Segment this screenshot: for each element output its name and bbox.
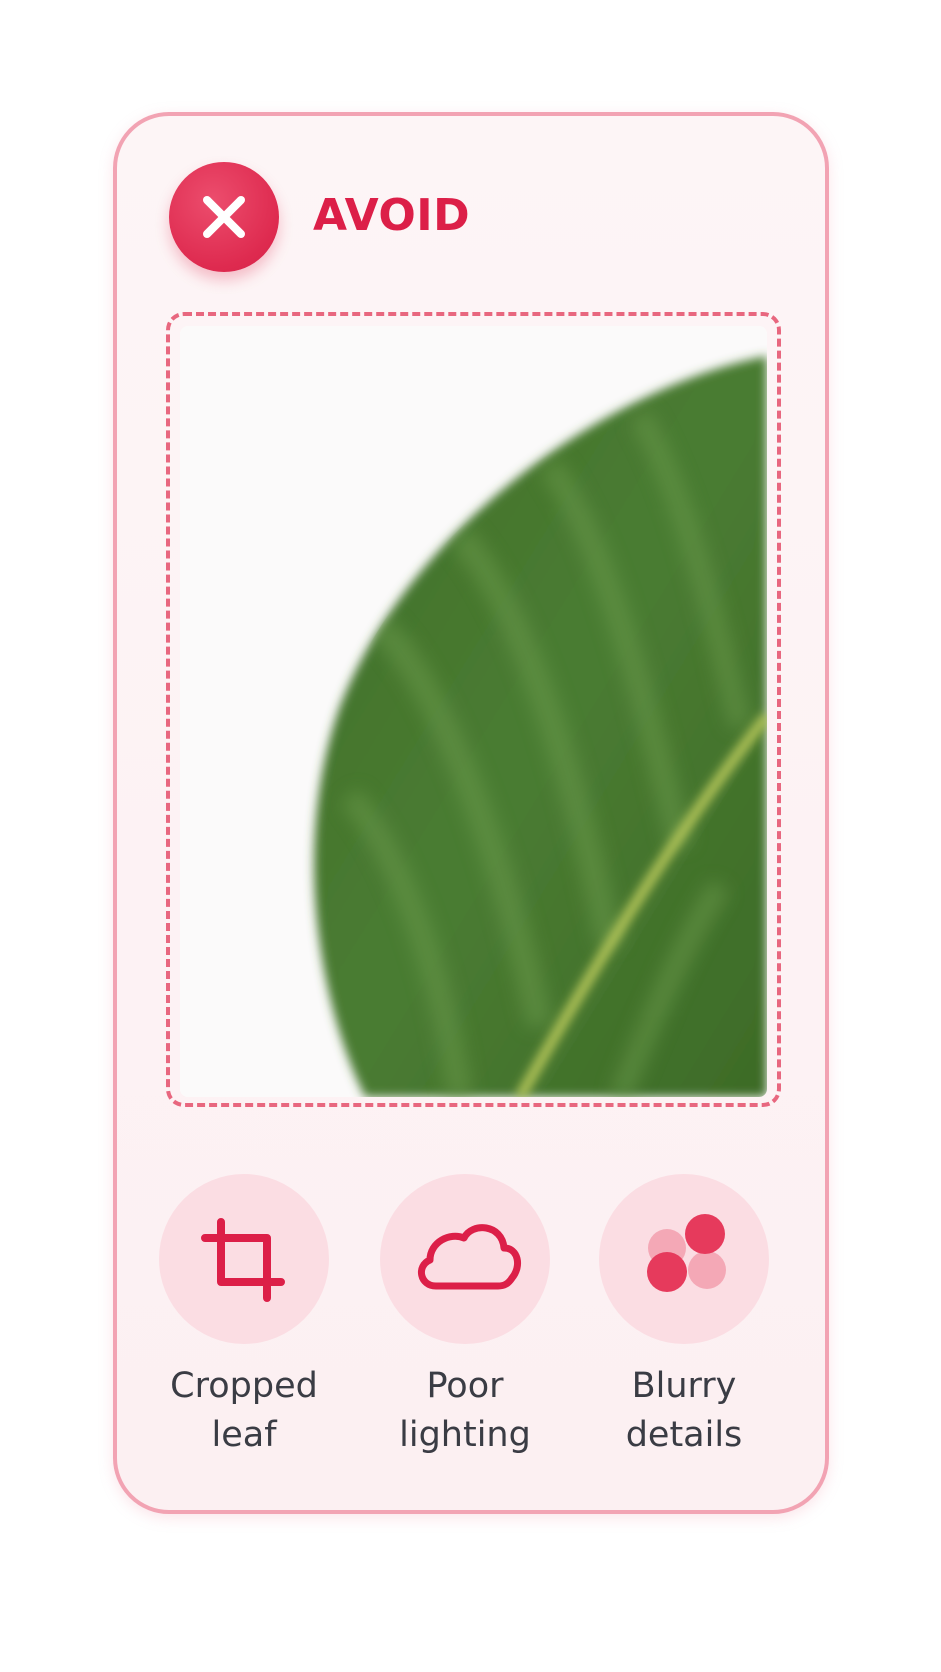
- issue-label: Blurry details: [625, 1366, 743, 1455]
- issue-icon-circle: [380, 1174, 550, 1344]
- cloud-icon: [418, 1224, 522, 1290]
- example-photo: [180, 326, 767, 1097]
- avoid-badge: [169, 162, 279, 272]
- crop-icon: [201, 1218, 285, 1302]
- issue-icon-circle: [599, 1174, 769, 1344]
- example-photo-frame: [166, 312, 781, 1107]
- issue-blurry-details: Blurry details: [574, 1174, 794, 1464]
- issue-poor-lighting: Poor lighting: [355, 1174, 575, 1464]
- issue-label: Poor lighting: [399, 1366, 531, 1455]
- card-title: AVOID: [313, 190, 471, 241]
- blur-dots-icon: [647, 1214, 726, 1292]
- issue-label: Cropped leaf: [170, 1366, 318, 1455]
- issue-cropped-leaf: Cropped leaf: [134, 1174, 354, 1464]
- avoid-card: AVOID Cropped leaf Poor lighting Blurry …: [113, 112, 829, 1514]
- issue-list: Cropped leaf Poor lighting Blurry detail…: [117, 1174, 833, 1474]
- leaf-image: [180, 326, 767, 1097]
- close-icon: [203, 196, 245, 238]
- issue-icon-circle: [159, 1174, 329, 1344]
